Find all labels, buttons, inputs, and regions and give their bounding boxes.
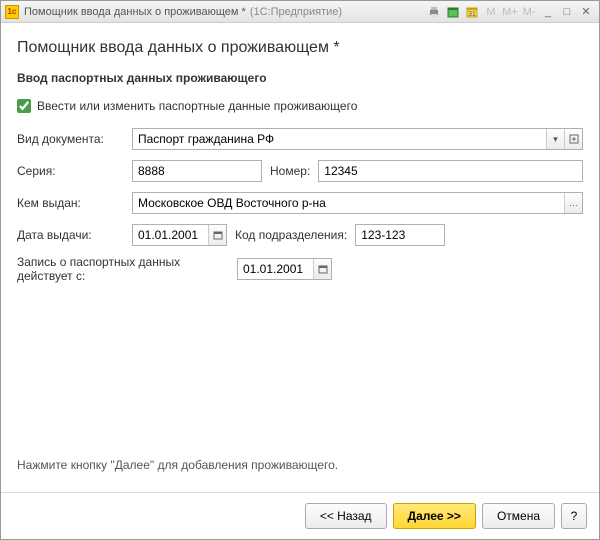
page-title: Помощник ввода данных о проживающем * (17, 39, 583, 57)
section-title: Ввод паспортных данных проживающего (17, 71, 583, 85)
edit-passport-checkbox-row: Ввести или изменить паспортные данные пр… (17, 99, 583, 113)
edit-passport-checkbox[interactable] (17, 99, 31, 113)
back-button[interactable]: << Назад (305, 503, 387, 529)
titlebar: 1c Помощник ввода данных о проживающем *… (1, 1, 599, 23)
valid-from-input[interactable] (238, 259, 313, 279)
number-label: Номер: (270, 164, 310, 178)
cancel-button[interactable]: Отмена (482, 503, 555, 529)
dept-code-label: Код подразделения: (235, 228, 347, 242)
dept-code-field-wrap (355, 224, 445, 246)
series-field-wrap (132, 160, 262, 182)
calendar-green-icon[interactable] (444, 4, 462, 20)
footer: << Назад Далее >> Отмена ? (1, 492, 599, 539)
minimize-icon[interactable]: _ (539, 4, 557, 20)
doc-type-label: Вид документа: (17, 132, 132, 146)
doc-type-open-icon[interactable] (564, 129, 582, 149)
issued-by-label: Кем выдан: (17, 196, 132, 210)
valid-from-calendar-icon[interactable] (313, 259, 331, 279)
series-input[interactable] (133, 161, 261, 181)
next-button[interactable]: Далее >> (393, 503, 476, 529)
issued-by-input[interactable] (133, 193, 564, 213)
issued-by-field-wrap: … (132, 192, 583, 214)
calendar-yellow-icon[interactable]: 31 (463, 4, 481, 20)
dept-code-input[interactable] (356, 225, 444, 245)
issued-by-ellipsis-icon[interactable]: … (564, 193, 582, 213)
issue-date-calendar-icon[interactable] (208, 225, 226, 245)
close-icon[interactable]: ✕ (577, 4, 595, 20)
valid-from-label: Запись о паспортных данных действует с: (17, 255, 237, 283)
app-icon: 1c (5, 5, 19, 19)
maximize-icon[interactable]: □ (558, 4, 576, 20)
svg-text:31: 31 (468, 11, 476, 18)
edit-passport-checkbox-label: Ввести или изменить паспортные данные пр… (37, 99, 357, 113)
doc-type-dropdown-icon[interactable]: ▾ (546, 129, 564, 149)
number-input[interactable] (319, 161, 582, 181)
issue-date-field-wrap (132, 224, 227, 246)
m-plus-button[interactable]: M+ (501, 4, 519, 20)
hint-text: Нажмите кнопку "Далее" для добавления пр… (17, 448, 583, 484)
content-area: Помощник ввода данных о проживающем * Вв… (1, 23, 599, 492)
issue-date-label: Дата выдачи: (17, 228, 132, 242)
window-title: Помощник ввода данных о проживающем * (24, 6, 246, 18)
m-minus-button[interactable]: M- (520, 4, 538, 20)
valid-from-field-wrap (237, 258, 332, 280)
doc-type-input[interactable] (133, 129, 546, 149)
doc-type-field-wrap: ▾ (132, 128, 583, 150)
number-field-wrap (318, 160, 583, 182)
issue-date-input[interactable] (133, 225, 208, 245)
m-button[interactable]: M (482, 4, 500, 20)
help-button[interactable]: ? (561, 503, 587, 529)
window-app-name: (1С:Предприятие) (250, 6, 342, 18)
print-icon[interactable] (425, 4, 443, 20)
series-label: Серия: (17, 164, 132, 178)
